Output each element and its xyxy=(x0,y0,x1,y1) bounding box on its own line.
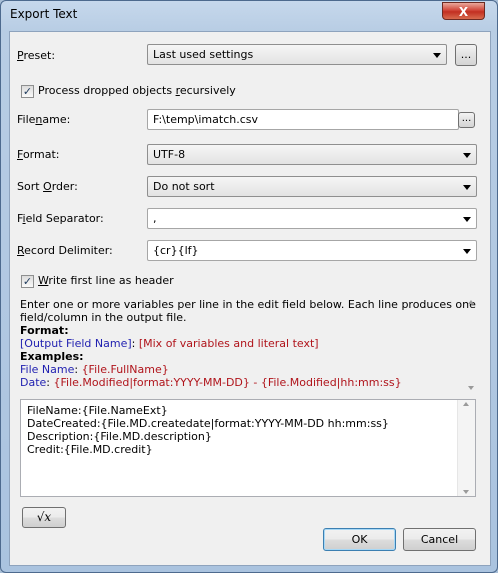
format-label: Format: xyxy=(17,148,60,161)
sort-order-label: Sort Order: xyxy=(17,180,78,193)
recursive-checkbox[interactable]: ✓ xyxy=(21,85,34,98)
variables-editor[interactable]: FileName:{File.NameExt} DateCreated:{Fil… xyxy=(20,399,476,497)
filename-value: F:\temp\imatch.csv xyxy=(153,113,258,126)
examples-heading: Examples: xyxy=(20,350,84,363)
record-delimiter-label: Record Delimiter: xyxy=(17,244,113,257)
field-separator-combo[interactable]: , xyxy=(147,208,477,229)
dialog-body: Preset: Last used settings ... ✓ Process… xyxy=(9,31,491,566)
format-select[interactable]: UTF-8 xyxy=(147,144,477,165)
scroll-down-icon[interactable] xyxy=(463,490,469,494)
close-icon: X xyxy=(458,5,469,19)
cancel-button[interactable]: Cancel xyxy=(403,528,476,551)
record-delimiter-value: {cr}{lf} xyxy=(153,244,199,257)
help-text-area: Enter one or more variables per line in … xyxy=(20,294,484,390)
chevron-down-icon[interactable] xyxy=(463,249,471,254)
preset-label: Preset: xyxy=(17,49,56,62)
format-value: UTF-8 xyxy=(153,148,186,161)
editor-scrollbar[interactable] xyxy=(457,400,475,496)
chevron-down-icon xyxy=(463,153,471,158)
editor-line: FileName:{File.NameExt} xyxy=(27,404,168,417)
format-example: [Output Field Name]: [Mix of variables a… xyxy=(20,337,319,350)
editor-line: Description:{File.MD.description} xyxy=(27,430,212,443)
scroll-up-icon[interactable] xyxy=(468,300,474,304)
insert-variable-button[interactable]: √x xyxy=(22,507,66,528)
recursive-label[interactable]: Process dropped objects recursively xyxy=(38,84,236,97)
sort-order-select[interactable]: Do not sort xyxy=(147,176,477,197)
help-line-2: field/column in the output file. xyxy=(20,311,187,324)
window-title: Export Text xyxy=(10,7,78,21)
chevron-down-icon xyxy=(463,185,471,190)
editor-line: Credit:{File.MD.credit} xyxy=(27,443,153,456)
preset-browse-button[interactable]: ... xyxy=(455,44,477,66)
example-1: File Name: {File.FullName} xyxy=(20,363,169,376)
write-header-label[interactable]: Write first line as header xyxy=(38,274,174,287)
format-heading: Format: xyxy=(20,324,69,337)
preset-value: Last used settings xyxy=(153,48,254,61)
preset-select[interactable]: Last used settings xyxy=(147,44,447,65)
scroll-down-icon[interactable] xyxy=(468,386,474,390)
export-text-dialog: Export Text X Preset: Last used settings… xyxy=(0,0,498,573)
record-delimiter-combo[interactable]: {cr}{lf} xyxy=(147,240,477,261)
editor-line: DateCreated:{File.MD.createdate|format:Y… xyxy=(27,417,389,430)
scroll-up-icon[interactable] xyxy=(463,402,469,406)
help-scrollbar[interactable] xyxy=(463,298,480,392)
filename-label: Filename: xyxy=(17,113,71,126)
help-line-1: Enter one or more variables per line in … xyxy=(20,298,476,311)
ok-button[interactable]: OK xyxy=(323,528,396,551)
sqrt-x-icon: √x xyxy=(36,510,52,524)
close-button[interactable]: X xyxy=(442,2,485,20)
example-2: Date: {File.Modified|format:YYYY-MM-DD} … xyxy=(20,376,402,389)
sort-order-value: Do not sort xyxy=(153,180,215,193)
filename-browse-button[interactable]: ... xyxy=(458,112,475,128)
write-header-checkbox[interactable]: ✓ xyxy=(21,275,34,288)
field-separator-label: Field Separator: xyxy=(17,212,104,225)
field-separator-value: , xyxy=(153,212,157,225)
filename-input[interactable]: F:\temp\imatch.csv xyxy=(147,109,459,130)
chevron-down-icon[interactable] xyxy=(463,217,471,222)
title-bar[interactable]: Export Text X xyxy=(1,1,497,27)
chevron-down-icon xyxy=(433,53,441,58)
